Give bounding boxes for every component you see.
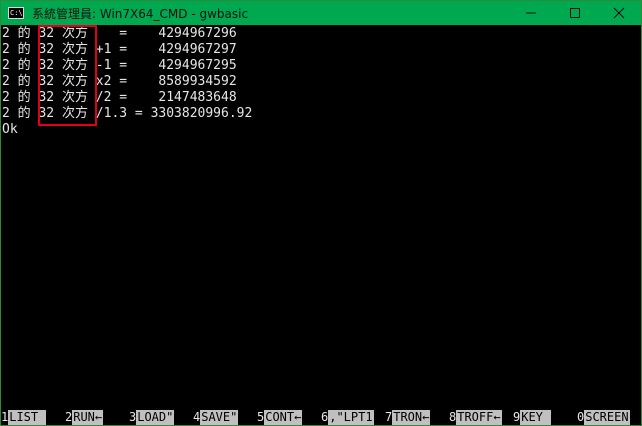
function-key-bar: 1LIST 2RUN← 3LOAD" 4SAVE" 5CONT← 6,"LPT1…	[1, 410, 641, 425]
fkey-label: SAVE"	[200, 410, 239, 425]
close-icon	[613, 7, 625, 19]
fkey-label: LIST	[8, 410, 47, 425]
fkey-number: 4	[193, 410, 201, 424]
fkey-save[interactable]: 4SAVE"	[193, 410, 239, 425]
fkey-number: 0	[577, 410, 585, 424]
fkey-label: TRON←	[392, 410, 431, 425]
fkey-number: 2	[65, 410, 73, 424]
cmd-icon[interactable]: C:\	[8, 7, 24, 19]
fkey-number: 5	[257, 410, 265, 424]
fkey-key[interactable]: 9KEY	[513, 410, 552, 425]
fkey-label: TROFF←	[456, 410, 502, 425]
window-controls	[509, 1, 641, 25]
minimize-icon	[526, 12, 536, 14]
console-line: Ok	[2, 122, 18, 137]
fkey-label: ,"LPT1	[328, 410, 374, 425]
title-bar[interactable]: C:\ 系統管理員: Win7X64_CMD - gwbasic	[1, 1, 641, 25]
fkey-label: CONT←	[264, 410, 303, 425]
fkey-number: 3	[129, 410, 137, 424]
fkey-number: 6	[321, 410, 329, 424]
window-title: 系統管理員: Win7X64_CMD - gwbasic	[32, 6, 249, 21]
fkey-tron[interactable]: 7TRON←	[385, 410, 431, 425]
fkey-label: LOAD"	[136, 410, 175, 425]
fkey-label: RUN←	[72, 410, 104, 425]
fkey-run[interactable]: 2RUN←	[65, 410, 104, 425]
fkey-cont[interactable]: 5CONT←	[257, 410, 303, 425]
minimize-button[interactable]	[509, 1, 553, 25]
fkey-label: KEY	[520, 410, 552, 425]
fkey-lpt1[interactable]: 6,"LPT1	[321, 410, 374, 425]
fkey-label: SCREEN	[584, 410, 630, 425]
fkey-load[interactable]: 3LOAD"	[129, 410, 175, 425]
highlight-annotation-box	[38, 25, 97, 126]
fkey-troff[interactable]: 8TROFF←	[449, 410, 502, 425]
fkey-number: 7	[385, 410, 393, 424]
fkey-number: 8	[449, 410, 457, 424]
fkey-list[interactable]: 1LIST	[1, 410, 47, 425]
maximize-button[interactable]	[553, 1, 597, 25]
fkey-number: 9	[513, 410, 521, 424]
maximize-icon	[570, 8, 580, 18]
fkey-number: 1	[1, 410, 9, 424]
close-button[interactable]	[597, 1, 641, 25]
console-window: C:\ 系統管理員: Win7X64_CMD - gwbasic 2 的 32 …	[0, 0, 642, 426]
console-output[interactable]: 2 的 32 次方 = 4294967296 2 的 32 次方 +1 = 42…	[1, 25, 641, 410]
fkey-screen[interactable]: 0SCREEN	[577, 410, 630, 425]
